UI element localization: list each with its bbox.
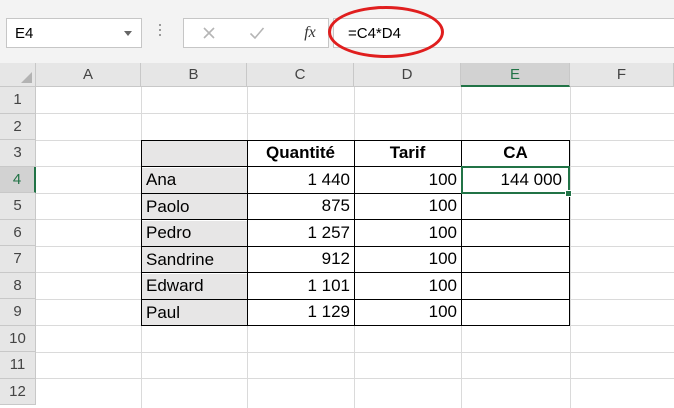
insert-function-icon[interactable]: fx — [296, 21, 324, 45]
cell-quantite[interactable]: 1 257 — [247, 220, 354, 247]
drag-handle-icon[interactable] — [158, 22, 162, 42]
cell-name[interactable]: Ana — [142, 167, 247, 193]
gridline — [570, 87, 571, 408]
formula-buttons: fx — [183, 18, 329, 48]
row-header-3[interactable]: 3 — [0, 140, 36, 167]
header-quantite[interactable]: Quantité — [247, 140, 354, 167]
column-header-c[interactable]: C — [247, 63, 354, 87]
row-header-4[interactable]: 4 — [0, 166, 36, 193]
cell-ca[interactable] — [461, 273, 570, 300]
column-header-b[interactable]: B — [141, 63, 247, 87]
table-header-corner[interactable] — [142, 141, 247, 166]
table-border — [141, 192, 570, 194]
row-header-5[interactable]: 5 — [0, 193, 36, 220]
table-border — [141, 298, 570, 300]
cell-quantite[interactable]: 912 — [247, 246, 354, 273]
spreadsheet-grid: A B C D E F 1 2 3 4 5 6 7 8 9 10 11 12 Q… — [0, 63, 674, 408]
table-border — [141, 272, 570, 273]
gridline — [36, 113, 674, 114]
cell-ca[interactable] — [461, 246, 570, 273]
row-header-11[interactable]: 11 — [0, 352, 36, 379]
select-all-button[interactable] — [0, 63, 36, 87]
column-header-a[interactable]: A — [36, 63, 141, 87]
table-border — [141, 219, 570, 220]
table-border — [141, 166, 570, 167]
fill-handle[interactable] — [565, 189, 572, 197]
cell-name[interactable]: Paul — [142, 300, 247, 325]
header-ca[interactable]: CA — [461, 140, 570, 167]
cell-tarif[interactable]: 100 — [354, 220, 461, 247]
table-border — [141, 140, 570, 141]
gridline — [36, 351, 674, 353]
cell-tarif[interactable]: 100 — [354, 167, 461, 194]
cell-ca[interactable]: 144 000 — [461, 167, 570, 194]
column-header-f[interactable]: F — [570, 63, 674, 87]
column-header-e[interactable]: E — [461, 63, 570, 87]
cell-tarif[interactable]: 100 — [354, 299, 461, 326]
cell-ca[interactable] — [461, 299, 570, 326]
cell-name[interactable]: Sandrine — [142, 247, 247, 273]
column-header-d[interactable]: D — [354, 63, 461, 87]
cell-quantite[interactable]: 1 129 — [247, 299, 354, 326]
cell-tarif[interactable]: 100 — [354, 246, 461, 273]
row-header-7[interactable]: 7 — [0, 246, 36, 273]
name-box-dropdown-icon[interactable] — [124, 31, 132, 36]
cancel-icon[interactable] — [194, 21, 224, 45]
row-header-2[interactable]: 2 — [0, 113, 36, 140]
name-box-value[interactable]: E4 — [15, 25, 33, 42]
gridline — [36, 378, 674, 379]
formula-text[interactable]: =C4*D4 — [348, 25, 401, 42]
name-box[interactable]: E4 — [6, 18, 142, 48]
formula-input[interactable]: =C4*D4 — [333, 18, 674, 48]
cell-ca[interactable] — [461, 220, 570, 247]
cell-quantite[interactable]: 1 101 — [247, 273, 354, 300]
row-header-1[interactable]: 1 — [0, 87, 36, 114]
row-header-12[interactable]: 12 — [0, 378, 36, 405]
cell-tarif[interactable]: 100 — [354, 273, 461, 300]
cell-tarif[interactable]: 100 — [354, 193, 461, 220]
cell-name[interactable]: Paolo — [142, 194, 247, 220]
row-header-8[interactable]: 8 — [0, 272, 36, 299]
cell-ca[interactable] — [461, 193, 570, 220]
row-header-9[interactable]: 9 — [0, 299, 36, 326]
table-border — [141, 245, 570, 247]
table-border — [141, 325, 570, 326]
row-header-6[interactable]: 6 — [0, 219, 36, 246]
header-tarif[interactable]: Tarif — [354, 140, 461, 167]
cell-quantite[interactable]: 875 — [247, 193, 354, 220]
formula-bar-area: E4 fx =C4*D4 — [0, 0, 674, 63]
enter-check-icon[interactable] — [242, 21, 272, 45]
row-header-10[interactable]: 10 — [0, 325, 36, 352]
cell-name[interactable]: Edward — [142, 273, 247, 299]
cell-name[interactable]: Pedro — [142, 220, 247, 246]
cell-quantite[interactable]: 1 440 — [247, 167, 354, 194]
